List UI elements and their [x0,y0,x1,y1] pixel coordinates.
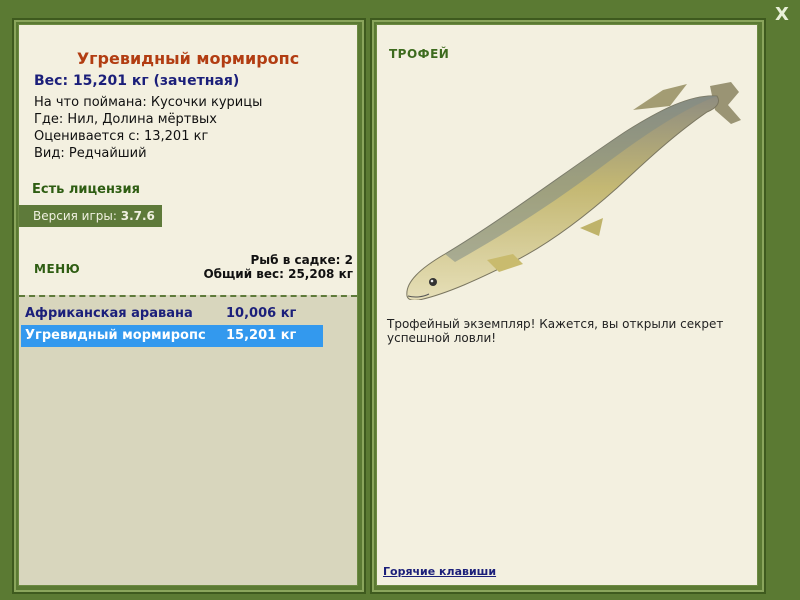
fish-image [406,82,741,300]
license-status: Есть лицензия [32,182,140,197]
catch-name: Угревидный мормиропс [25,328,206,343]
menu-button[interactable]: МЕНЮ [34,262,80,276]
fish-info-panel: Угревидный мормиропс Вес: 15,201 кг (зач… [18,24,358,586]
bait-info: На что поймана: Кусочки курицы [34,95,263,110]
rated-from-info: Оценивается с: 13,201 кг [34,129,209,144]
trophy-description: Трофейный экземпляр! Кажется, вы открыли… [387,317,724,345]
trophy-panel: ТРОФЕЙ Трофейный экземпляр! Кажется, вы … [376,24,758,586]
version-value: 3.7.6 [120,209,155,223]
keepnet-stats: Рыб в садке: 2 Общий вес: 25,208 кг [203,253,353,281]
location-info: Где: Нил, Долина мёртвых [34,112,217,127]
divider [19,295,357,297]
catch-weight: 15,201 кг [226,328,297,343]
catch-name: Африканская аравана [25,306,193,321]
hotkeys-link[interactable]: Горячие клавиши [383,565,496,578]
version-bar: Версия игры: 3.7.6 [19,205,162,227]
rarity-info: Вид: Редчайший [34,146,147,161]
fish-title: Угревидный мормиропс [76,49,300,68]
version-label: Версия игры: [33,209,117,223]
close-button[interactable]: X [771,4,793,26]
catch-row[interactable]: Африканская аравана 10,006 кг [21,303,323,325]
fish-weight: Вес: 15,201 кг (зачетная) [34,73,240,89]
fish-count: Рыб в садке: 2 [250,253,354,267]
catch-row-selected[interactable]: Угревидный мормиропс 15,201 кг [21,325,323,347]
total-weight: Общий вес: 25,208 кг [203,267,353,281]
catch-weight: 10,006 кг [226,306,297,321]
